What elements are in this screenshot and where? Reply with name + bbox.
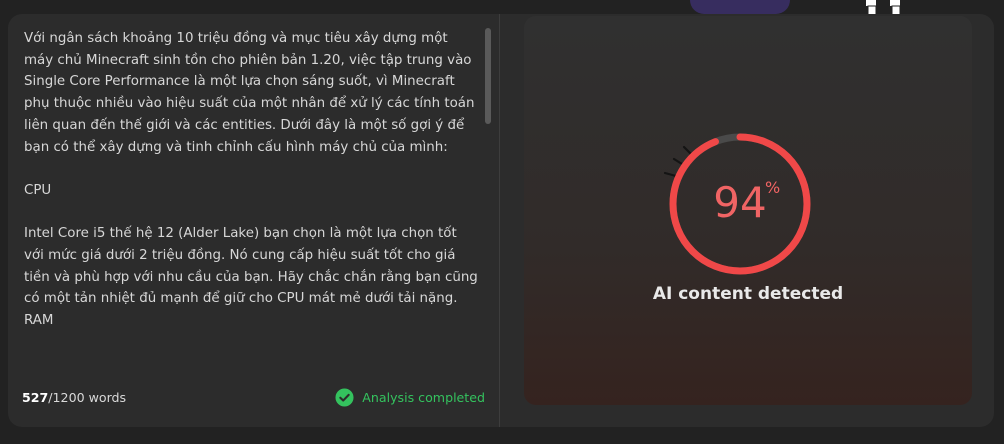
detector-card: Với ngân sách khoảng 10 triệu đồng và mụ… (8, 14, 994, 427)
text-scrollbar[interactable] (485, 28, 491, 124)
text-paragraph: Intel Core i5 thế hệ 12 (Alder Lake) bạn… (24, 226, 478, 307)
mascot-decoration (690, 0, 790, 14)
text-fade (24, 332, 479, 358)
word-count-limit: /1200 words (48, 390, 127, 405)
gauge-arc (669, 133, 811, 275)
check-circle-icon (335, 388, 354, 407)
text-paragraph: Với ngân sách khoảng 10 triệu đồng và mụ… (24, 31, 475, 155)
text-paragraph: CPU (24, 182, 52, 198)
input-pane: Với ngân sách khoảng 10 triệu đồng và mụ… (8, 14, 500, 427)
word-count-current: 527 (22, 390, 49, 405)
text-paragraph: RAM (24, 313, 54, 329)
analysis-status: Analysis completed (335, 388, 485, 407)
result-panel: 94 % AI content detected (524, 16, 972, 405)
ai-detected-label: AI content detected (652, 284, 844, 304)
input-text-area[interactable]: Với ngân sách khoảng 10 triệu đồng và mụ… (24, 28, 479, 358)
word-counter: 527/1200 words (22, 390, 126, 405)
ai-score-gauge (663, 133, 811, 275)
status-label: Analysis completed (362, 390, 485, 405)
